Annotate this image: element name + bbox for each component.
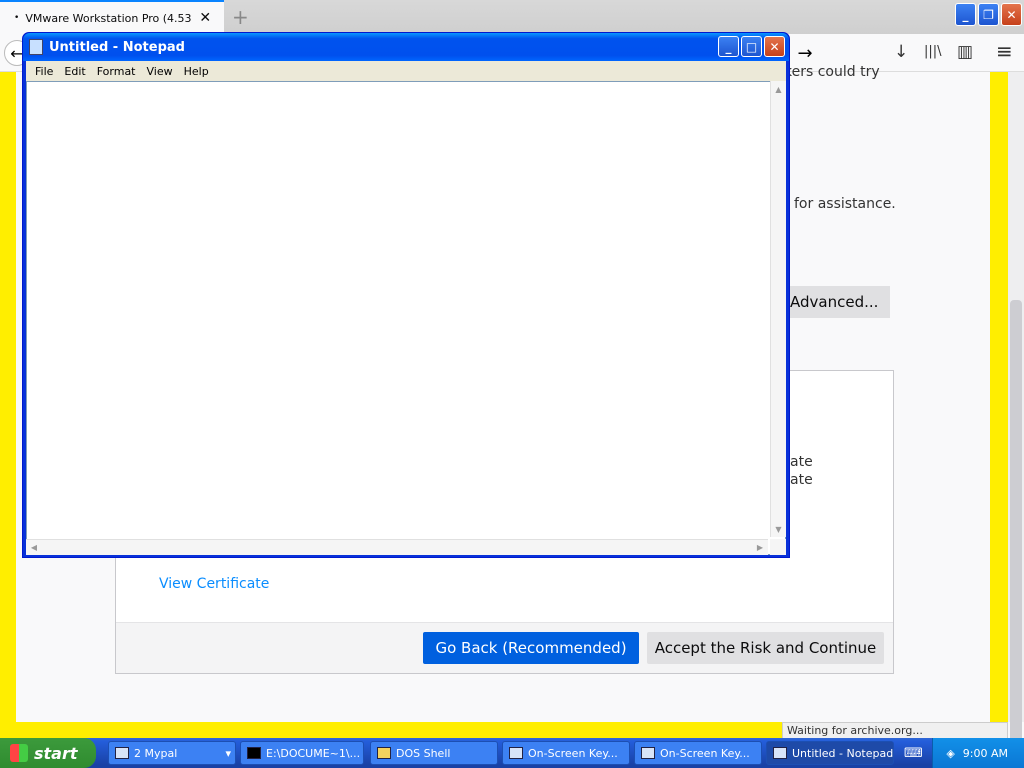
notepad-maximize-button[interactable]: □ <box>741 36 762 57</box>
tab-title: VMware Workstation Pro (4.53 - 1 <box>25 11 192 25</box>
taskbar-item-label: Untitled - Notepad <box>792 746 894 760</box>
menu-help[interactable]: Help <box>180 65 216 78</box>
clock: 9:00 AM <box>962 746 1008 760</box>
menu-file[interactable]: File <box>31 65 60 78</box>
taskbar-item-dos-shell[interactable]: DOS Shell <box>370 741 498 765</box>
notepad-text-area[interactable] <box>26 81 786 555</box>
accept-risk-button[interactable]: Accept the Risk and Continue <box>647 632 884 664</box>
windows-logo-icon <box>10 744 28 762</box>
library-icon[interactable]: |||\ <box>924 44 942 59</box>
cert-text-fragment: ate <box>790 472 813 488</box>
notepad-menu-bar: File Edit Format View Help <box>26 61 786 81</box>
page-scrollbar[interactable] <box>1008 72 1024 768</box>
keyboard-icon <box>509 747 523 759</box>
download-icon[interactable]: ↓ <box>894 42 908 62</box>
folder-icon <box>377 747 391 759</box>
network-icon[interactable]: ◈ <box>946 747 954 760</box>
keyboard-icon <box>641 747 655 759</box>
notepad-title: Untitled - Notepad <box>49 39 185 55</box>
tab-dot-icon: • <box>14 13 20 23</box>
view-certificate-link[interactable]: View Certificate <box>159 576 269 592</box>
minimize-button[interactable]: _ <box>955 3 976 26</box>
forward-button[interactable]: → <box>792 40 818 66</box>
sidebar-icon[interactable]: ▥ <box>957 42 973 62</box>
notepad-icon <box>773 747 787 759</box>
notepad-title-bar[interactable]: Untitled - Notepad _ □ ✕ <box>23 33 789 61</box>
taskbar-item-label: E:\DOCUME~1\... <box>266 746 361 760</box>
highlight-border-left <box>0 72 16 724</box>
browser-close-button[interactable]: ✕ <box>1001 3 1022 26</box>
notepad-icon <box>29 39 43 55</box>
scrollbar-thumb[interactable] <box>1010 300 1022 768</box>
chevron-down-icon: ▾ <box>225 746 231 760</box>
browser-tab-bar: • VMware Workstation Pro (4.53 - 1 ✕ + _… <box>0 0 1024 34</box>
menu-icon[interactable]: ≡ <box>996 39 1013 63</box>
go-back-button[interactable]: Go Back (Recommended) <box>423 632 639 664</box>
taskbar-item-notepad[interactable]: Untitled - Notepad <box>766 741 894 765</box>
taskbar-item-mypal[interactable]: 2 Mypal ▾ <box>108 741 236 765</box>
restore-button[interactable]: ❐ <box>978 3 999 26</box>
tab-vmware[interactable]: • VMware Workstation Pro (4.53 - 1 ✕ <box>0 0 224 34</box>
notepad-window[interactable]: Untitled - Notepad _ □ ✕ File Edit Forma… <box>22 32 790 558</box>
taskbar-item-label: 2 Mypal <box>134 746 178 760</box>
taskbar-item-cmd[interactable]: E:\DOCUME~1\... <box>240 741 364 765</box>
notepad-window-controls: _ □ ✕ <box>718 36 785 57</box>
browser-window-controls: _ ❐ ✕ <box>953 0 1024 29</box>
taskbar-item-label: On-Screen Key... <box>660 746 750 760</box>
close-icon[interactable]: ✕ <box>199 10 211 26</box>
keyboard-tray-icon[interactable]: ⌨ <box>904 746 923 761</box>
taskbar-item-label: On-Screen Key... <box>528 746 618 760</box>
notepad-minimize-button[interactable]: _ <box>718 36 739 57</box>
browser-icon <box>115 747 129 759</box>
assistance-text-fragment: for assistance. <box>794 196 896 212</box>
warning-text-fragment: kers could try <box>784 64 880 80</box>
start-label: start <box>34 743 78 763</box>
highlight-border-right <box>990 72 1008 724</box>
new-tab-button[interactable]: + <box>232 5 249 29</box>
notepad-close-button[interactable]: ✕ <box>764 36 785 57</box>
taskbar-item-osk-1[interactable]: On-Screen Key... <box>502 741 630 765</box>
taskbar-item-label: DOS Shell <box>396 746 451 760</box>
menu-view[interactable]: View <box>143 65 180 78</box>
console-icon <box>247 747 261 759</box>
menu-edit[interactable]: Edit <box>60 65 92 78</box>
cert-text-fragment: ate <box>790 454 813 470</box>
taskbar-item-osk-2[interactable]: On-Screen Key... <box>634 741 762 765</box>
system-tray: ◈ 9:00 AM <box>932 738 1024 768</box>
menu-format[interactable]: Format <box>93 65 143 78</box>
advanced-button[interactable]: Advanced... <box>782 286 890 318</box>
start-button[interactable]: start <box>0 738 96 768</box>
